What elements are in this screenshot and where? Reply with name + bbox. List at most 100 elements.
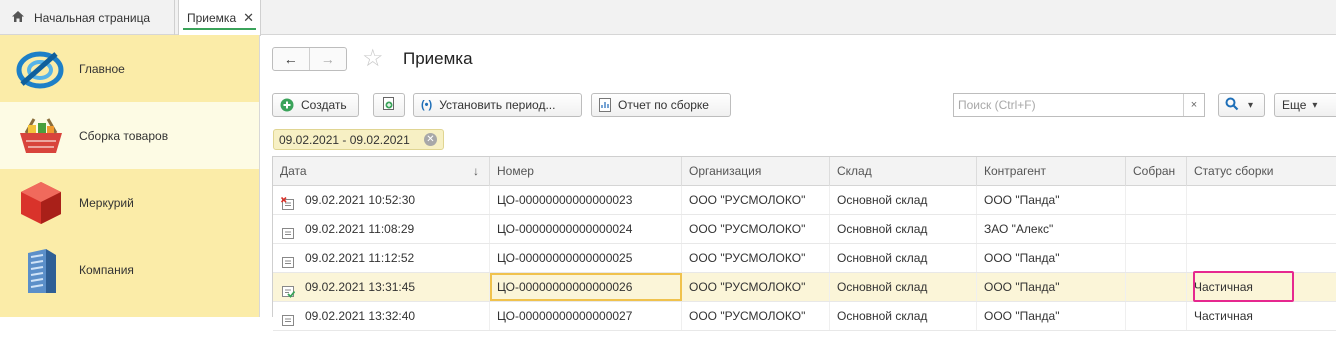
sidebar-item-mercury[interactable]: Меркурий [0,169,259,236]
report-label: Отчет по сборке [618,98,709,112]
set-period-label: Установить период... [439,98,556,112]
cell-collected[interactable] [1126,244,1187,272]
period-filter-chip[interactable]: 09.02.2021 - 09.02.2021 ✕ [273,129,444,150]
doc-icon [281,251,295,268]
cell-contractor[interactable]: ООО "Панда" [977,186,1126,214]
cell-organization[interactable]: ООО "РУСМОЛОКО" [682,244,830,272]
chevron-down-icon: ▾ [1248,99,1254,111]
tab-priemka-label: Приемка [187,11,237,25]
column-header-assembly-status[interactable]: Статус сборки [1187,157,1336,186]
sidebar-item-main[interactable]: Главное [0,35,259,102]
building-icon [16,245,66,295]
create-label: Создать [301,98,347,112]
cell-contractor[interactable]: ООО "Панда" [977,244,1126,272]
cell-assembly-status[interactable] [1187,215,1336,243]
page-title: Приемка [403,49,473,68]
table-row[interactable]: 09.02.2021 11:12:52 ЦО-00000000000000025 О… [273,244,1336,273]
cell-date[interactable]: 09.02.2021 13:32:40 [273,302,490,330]
set-period-button[interactable]: (•) Установить период... [413,93,582,117]
cell-number[interactable]: ЦО-00000000000000025 [490,244,682,272]
sidebar-item-company[interactable]: Компания [0,236,259,303]
forward-button[interactable]: → [310,48,347,70]
column-header-organization[interactable]: Организация [682,157,830,186]
column-header-collected[interactable]: Собран [1126,157,1187,186]
cell-date-text: 09.02.2021 10:52:30 [305,193,416,207]
cell-warehouse[interactable]: Основной склад [830,244,977,272]
search-options-button[interactable]: ▾ [1218,93,1265,117]
sort-desc-icon: ↓ [473,164,479,178]
cell-collected[interactable] [1126,273,1187,301]
cell-warehouse[interactable]: Основной склад [830,215,977,243]
favorite-star-icon[interactable]: ☆ [362,46,384,72]
sections-panel: Главное Сборка товаров Меркурий Компания [0,35,260,317]
column-header-number[interactable]: Номер [490,157,682,186]
sidebar-item-label: Компания [79,262,134,277]
cell-date-text: 09.02.2021 13:32:40 [305,309,416,323]
doc-icon [281,222,295,239]
remove-filter-icon[interactable]: ✕ [424,133,437,146]
cell-assembly-status[interactable]: Частичная [1187,302,1336,330]
search-icon [1225,97,1239,114]
red-cube-icon [16,178,66,228]
cell-organization[interactable]: ООО "РУСМОЛОКО" [682,302,830,330]
sidebar-item-label: Сборка товаров [79,128,169,143]
cell-date[interactable]: 09.02.2021 11:12:52 [273,244,490,272]
tab-home-label: Начальная страница [34,10,151,25]
tab-bar: Начальная страница Приемка ✕ [0,0,1336,36]
table-row[interactable]: 09.02.2021 11:08:29 ЦО-00000000000000024 О… [273,215,1336,244]
cell-date-text: 09.02.2021 13:31:45 [305,280,416,294]
tab-priemka[interactable]: Приемка ✕ [178,0,261,36]
assembly-report-button[interactable]: Отчет по сборке [591,93,731,117]
cell-warehouse[interactable]: Основной склад [830,273,977,301]
sidebar-item-assembly[interactable]: Сборка товаров [0,102,259,169]
clear-search-button[interactable]: × [1183,94,1204,116]
cell-date-text: 09.02.2021 11:12:52 [305,251,415,265]
create-button[interactable]: Создать [272,93,359,117]
column-header-warehouse[interactable]: Склад [830,157,977,186]
close-icon[interactable]: ✕ [243,10,254,26]
column-header-date[interactable]: Дата ↓ [273,157,490,186]
cell-number[interactable]: ЦО-00000000000000023 [490,186,682,214]
search-placeholder: Поиск (Ctrl+F) [958,98,1036,112]
cell-number[interactable]: ЦО-00000000000000026 [490,273,682,301]
cell-date[interactable]: 09.02.2021 10:52:30 [273,186,490,214]
cell-organization[interactable]: ООО "РУСМОЛОКО" [682,273,830,301]
cell-number[interactable]: ЦО-00000000000000027 [490,302,682,330]
cell-assembly-status[interactable] [1187,186,1336,214]
cell-contractor[interactable]: ЗАО "Алекс" [977,215,1126,243]
cell-warehouse[interactable]: Основной склад [830,302,977,330]
copy-button[interactable] [373,93,405,117]
table-row[interactable]: 09.02.2021 13:31:45 ЦО-00000000000000026 О… [273,271,1336,302]
cell-collected[interactable] [1126,186,1187,214]
cell-contractor[interactable]: ООО "Панда" [977,302,1126,330]
doc-posted-icon [281,280,296,298]
documents-table: Дата ↓ Номер Организация Склад Контраген… [272,156,1336,331]
search-input[interactable]: Поиск (Ctrl+F) × [953,93,1205,117]
cell-organization[interactable]: ООО "РУСМОЛОКО" [682,186,830,214]
history-nav: ← → [272,47,347,71]
cell-warehouse[interactable]: Основной склад [830,186,977,214]
more-button[interactable]: Еще ▾ [1274,93,1336,117]
cell-assembly-status[interactable] [1187,244,1336,272]
tab-home[interactable]: Начальная страница [0,0,175,35]
doc-icon [281,309,295,326]
home-icon [11,10,25,26]
cell-date-text: 09.02.2021 11:08:29 [305,222,415,236]
column-header-contractor[interactable]: Контрагент [977,157,1126,186]
back-button[interactable]: ← [273,48,310,70]
cell-organization[interactable]: ООО "РУСМОЛОКО" [682,215,830,243]
table-row[interactable]: 09.02.2021 10:52:30 ЦО-00000000000000023 О… [273,186,1336,215]
period-filter-label: 09.02.2021 - 09.02.2021 [279,132,410,147]
plus-icon [280,98,294,112]
form-area: ← → ☆ Приемка Создать (•) Установить пер… [261,36,1336,331]
report-icon [599,98,611,112]
cell-collected[interactable] [1126,215,1187,243]
cell-number[interactable]: ЦО-00000000000000024 [490,215,682,243]
doc-deleted-icon [280,193,295,210]
basket-icon [16,111,66,161]
cell-date[interactable]: 09.02.2021 11:08:29 [273,215,490,243]
cell-date[interactable]: 09.02.2021 13:31:45 [273,273,490,301]
cell-collected[interactable] [1126,302,1187,330]
cell-contractor[interactable]: ООО "Панда" [977,273,1126,301]
sidebar-item-label: Меркурий [79,195,134,210]
